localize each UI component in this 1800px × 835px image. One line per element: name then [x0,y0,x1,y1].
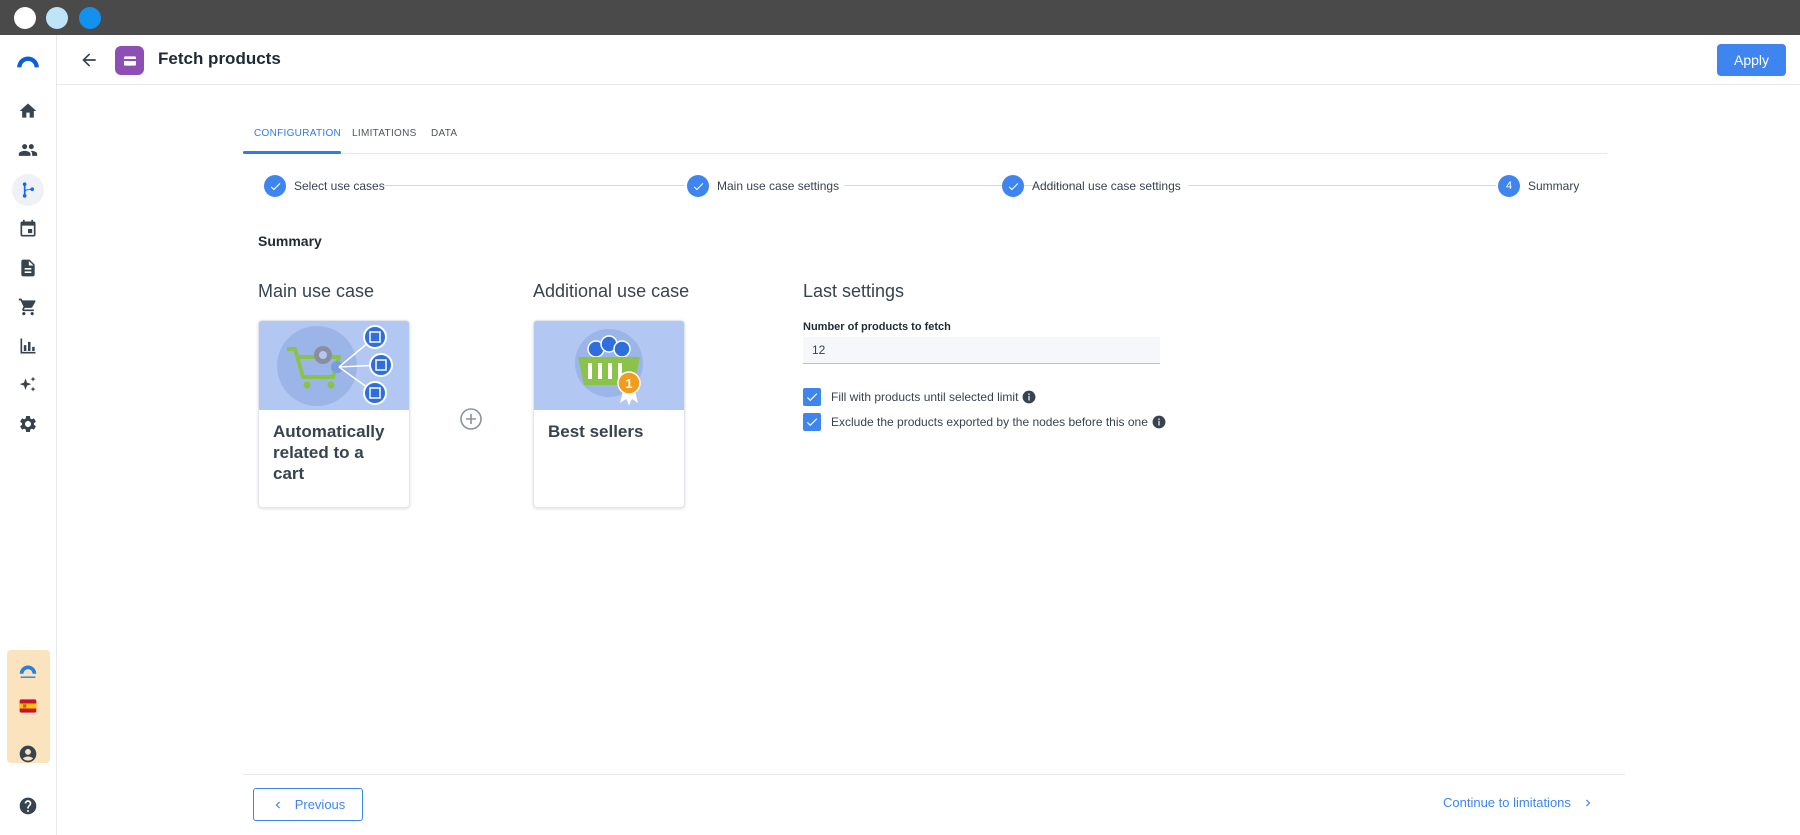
help-icon[interactable] [12,790,44,822]
step-2-check-icon [687,175,709,197]
previous-button[interactable]: Previous [253,788,363,821]
node-type-icon [115,46,144,75]
step-4-label: Summary [1528,179,1580,193]
tab-configuration[interactable]: CONFIGURATION [254,128,341,139]
step-connector [1188,185,1496,186]
step-4-number: 4 [1498,175,1520,197]
exclude-products-checkbox[interactable] [803,413,821,431]
window-close-dot[interactable] [14,7,36,29]
chevron-right-icon [1585,799,1591,806]
info-icon[interactable] [1022,390,1036,404]
workflow-icon[interactable] [12,174,44,206]
chevron-left-icon [275,801,280,808]
apply-button[interactable]: Apply [1717,44,1786,76]
cart-icon[interactable] [12,291,44,323]
previous-label: Previous [294,797,346,812]
window-minimize-dot[interactable] [46,7,68,29]
plus-circle-icon [460,408,482,430]
page-title: Fetch products [158,49,281,68]
exclude-products-label: Exclude the products exported by the nod… [831,415,1148,429]
info-icon[interactable] [1152,415,1166,429]
active-tab-indicator [243,151,341,154]
back-button[interactable] [73,44,105,76]
continue-to-limitations-link[interactable]: Continue to limitations [1443,795,1595,810]
products-count-label: Number of products to fetch [803,321,951,333]
summary-heading: Summary [258,233,322,249]
footer-divider [243,774,1625,775]
tab-limitations[interactable]: LIMITATIONS [352,128,417,139]
continue-label: Continue to limitations [1443,795,1571,810]
page-header: Fetch products Apply [57,35,1800,85]
main-use-case-card: Automatically related to a cart [258,320,410,508]
main-use-case-label: Automatically related to a cart [273,422,385,483]
step-1-label: Select use cases [294,179,385,193]
checkmark-icon [806,418,818,427]
checkmark-icon [806,393,818,402]
additional-use-case-heading: Additional use case [533,281,690,301]
step-1-check-icon [264,175,286,197]
sidebar [0,35,57,835]
fill-limit-label: Fill with products until selected limit [831,390,1019,404]
window-titlebar [0,0,1800,35]
step-connector [383,185,685,186]
logo-icon[interactable] [12,47,44,79]
additional-use-case-card: 1 Best sellers [533,320,685,508]
best-sellers-illustration: 1 [534,321,684,410]
document-icon[interactable] [12,252,44,284]
people-icon[interactable] [12,134,44,166]
exclude-products-row: Exclude the products exported by the nod… [803,413,1166,431]
tab-bar: CONFIGURATION LIMITATIONS DATA [243,118,1607,154]
chart-icon[interactable] [12,330,44,362]
fill-limit-checkbox[interactable] [803,388,821,406]
brand-logo-icon[interactable] [12,655,44,687]
main-use-case-heading: Main use case [258,281,375,301]
calendar-icon[interactable] [12,213,44,245]
step-2-label: Main use case settings [717,179,840,193]
flag-icon[interactable] [12,690,44,722]
home-icon[interactable] [12,95,44,127]
cart-related-illustration [259,321,409,410]
stepper: Select use cases Main use case settings … [264,175,1584,197]
last-settings-heading: Last settings [803,281,905,301]
window-maximize-dot[interactable] [79,7,101,29]
products-count-input[interactable] [803,337,1160,364]
gear-icon[interactable] [12,408,44,440]
svg-text:1: 1 [625,376,632,391]
tab-data[interactable]: DATA [431,128,457,139]
arrow-left-icon [82,53,96,67]
fill-limit-row: Fill with products until selected limit [803,388,1036,406]
additional-use-case-label: Best sellers [548,422,644,441]
sparkle-icon[interactable] [12,369,44,401]
account-icon[interactable] [12,738,44,770]
step-3-label: Additional use case settings [1032,179,1181,193]
step-3-check-icon [1002,175,1024,197]
